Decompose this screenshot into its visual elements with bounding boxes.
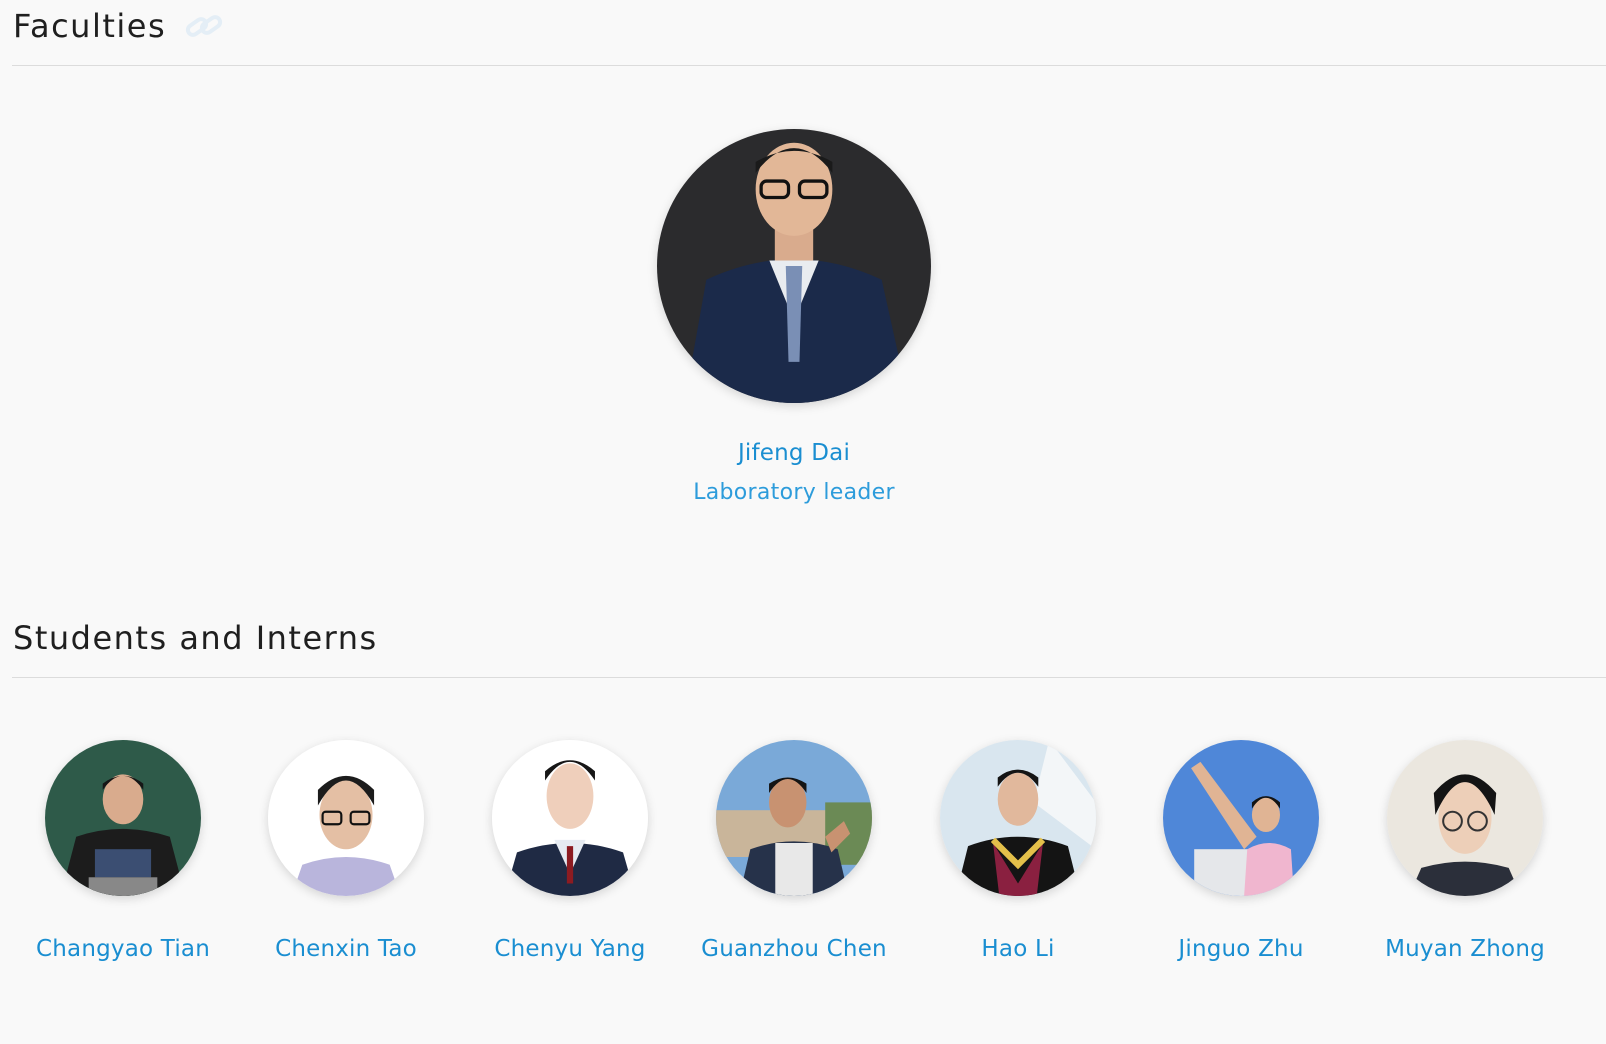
student-photo[interactable]	[1163, 740, 1319, 896]
student-name-link[interactable]: Chenyu Yang	[475, 929, 665, 969]
student-card: Guanzhou Chen	[689, 740, 899, 969]
faculty-role: Laboratory leader	[693, 480, 895, 505]
faculty-photo[interactable]	[657, 129, 931, 403]
faculty-card: Jifeng Dai Laboratory leader	[594, 129, 994, 513]
student-photo[interactable]	[268, 740, 424, 896]
student-photo[interactable]	[940, 740, 1096, 896]
student-card: Muyan Zhong	[1360, 740, 1570, 969]
faculties-heading: Faculties	[13, 7, 167, 45]
section-divider	[12, 65, 1606, 66]
student-name-link[interactable]: Hao Li	[923, 929, 1113, 969]
student-name-link[interactable]: Changyao Tian	[28, 929, 218, 969]
student-photo[interactable]	[716, 740, 872, 896]
student-card: Hao Li	[913, 740, 1123, 969]
student-photo[interactable]	[492, 740, 648, 896]
student-name-link[interactable]: Guanzhou Chen	[699, 929, 889, 969]
faculty-name-link[interactable]: Jifeng Dai	[594, 433, 994, 473]
student-card: Changyao Tian	[18, 740, 228, 969]
student-card: Chenxin Tao	[241, 740, 451, 969]
student-name-link[interactable]: Chenxin Tao	[251, 929, 441, 969]
student-name-link[interactable]: Muyan Zhong	[1370, 929, 1560, 969]
student-photo[interactable]	[1387, 740, 1543, 896]
student-photo[interactable]	[45, 740, 201, 896]
student-card: Chenyu Yang	[465, 740, 675, 969]
anchor-link-icon[interactable]	[184, 10, 226, 42]
students-heading: Students and Interns	[13, 619, 378, 657]
student-name-link[interactable]: Jinguo Zhu	[1146, 929, 1336, 969]
student-card: Jinguo Zhu	[1136, 740, 1346, 969]
section-divider	[12, 677, 1606, 678]
